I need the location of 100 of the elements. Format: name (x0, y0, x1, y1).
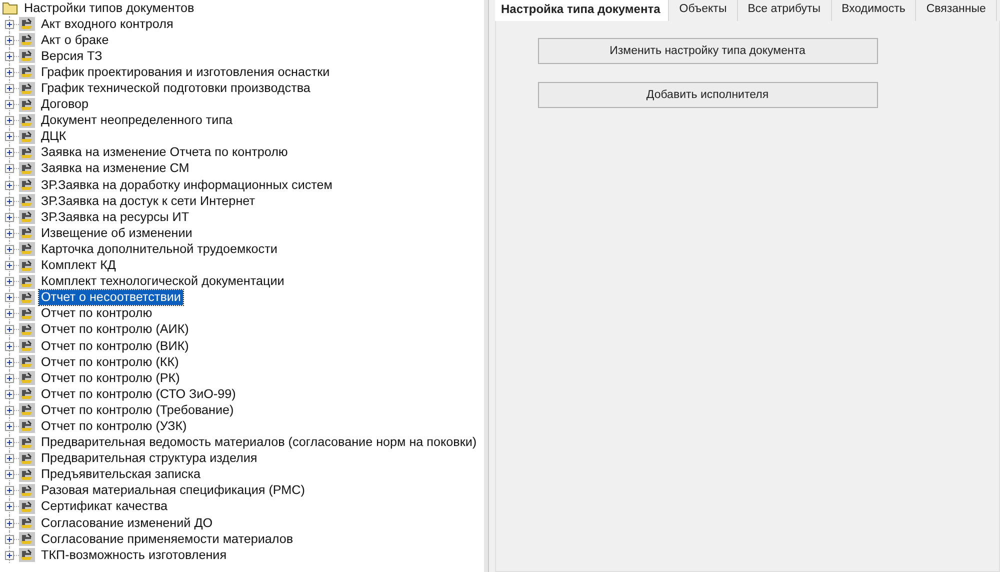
expand-icon[interactable] (5, 36, 14, 45)
action-button[interactable]: Изменить настройку типа документа (538, 38, 878, 64)
expand-icon[interactable] (5, 390, 14, 399)
tree-item[interactable]: Предварительная ведомость материалов (согласование норм на поковки) (39, 435, 479, 450)
document-type-icon (19, 355, 35, 370)
expand-icon[interactable] (5, 68, 14, 77)
expand-icon[interactable] (5, 164, 14, 174)
tree-item[interactable]: Согласование изменений ДО (39, 516, 215, 531)
tree-item[interactable]: Отчет по контролю (Требование) (39, 402, 236, 418)
expand-icon[interactable] (5, 196, 14, 206)
tree-item[interactable]: Отчет по контролю (РК) (39, 370, 182, 386)
action-button[interactable]: Добавить исполнителя (538, 82, 878, 108)
expand-icon[interactable] (5, 180, 14, 190)
document-type-icon (19, 274, 35, 289)
tree-item[interactable]: Отчет по контролю (УЗК) (39, 418, 189, 434)
tree-item[interactable]: Отчет по контролю (КК) (39, 354, 181, 370)
document-type-icon (19, 516, 35, 530)
document-type-icon (19, 290, 35, 305)
tree-item[interactable]: ТКП-возможность изготовления (39, 548, 229, 563)
expand-icon[interactable] (5, 228, 14, 238)
tree-item[interactable]: Отчет по контролю (ВИК) (39, 338, 191, 354)
tree-item[interactable]: Отчет по контролю (АИК) (39, 322, 191, 338)
tree-item[interactable]: График проектирования и изготовления оснастки (39, 64, 332, 80)
document-type-icon (19, 82, 35, 96)
tree-item[interactable]: График технической подготовки производства (39, 81, 312, 96)
expand-icon[interactable] (5, 325, 14, 334)
document-type-icon (19, 339, 35, 354)
expand-icon[interactable] (5, 518, 14, 528)
tree-item[interactable]: Отчет по контролю (39, 306, 154, 322)
expand-icon[interactable] (5, 454, 14, 464)
document-type-icon (19, 162, 35, 176)
tree-item[interactable]: Заявка на изменение Отчета по контролю (39, 145, 290, 160)
expand-icon[interactable] (5, 422, 14, 431)
tree-item[interactable]: Отчет о несоответствии (39, 290, 183, 306)
document-type-icon (19, 194, 35, 208)
expand-icon[interactable] (5, 212, 14, 222)
document-type-icon (19, 403, 35, 418)
document-type-icon (19, 65, 35, 80)
expand-icon[interactable] (5, 502, 14, 512)
expand-icon[interactable] (5, 100, 14, 110)
document-type-icon (19, 33, 35, 48)
tree-item[interactable]: Комплект технологической документации (39, 274, 286, 290)
tab[interactable]: Настройка типа документа (495, 0, 670, 21)
expand-icon[interactable] (5, 309, 14, 318)
tree-item[interactable]: Заявка на изменение СМ (39, 161, 192, 176)
expand-icon[interactable] (5, 244, 14, 254)
document-type-icon (19, 322, 35, 337)
tree-item[interactable]: Согласование применяемости материалов (39, 532, 296, 547)
expand-icon[interactable] (5, 374, 14, 383)
expand-icon[interactable] (5, 20, 14, 29)
tree-item[interactable]: Предъявительская записка (39, 467, 203, 482)
document-type-icon (19, 17, 35, 32)
document-type-icon (19, 548, 35, 562)
tree-item[interactable]: Настройки типов документов (22, 0, 196, 16)
tree-item[interactable]: Документ неопределенного типа (39, 113, 235, 128)
expand-icon[interactable] (5, 277, 14, 286)
tree-item[interactable]: Комплект КД (39, 258, 118, 274)
tree-item[interactable]: ДЦК (39, 129, 68, 144)
expand-icon[interactable] (5, 358, 14, 367)
expand-icon[interactable] (5, 293, 14, 302)
tree-item[interactable]: Акт входного контроля (39, 16, 176, 32)
tree-item[interactable]: ЗР.Заявка на доработку информационных систем (39, 178, 334, 193)
document-type-icon (19, 226, 35, 240)
tree-item[interactable]: Карточка дополнительной трудоемкости (39, 242, 280, 257)
document-type-icon (19, 130, 35, 144)
document-type-icon (19, 452, 35, 466)
tree-item[interactable]: Версия ТЗ (39, 48, 104, 64)
tree-item[interactable]: Разовая материальная спецификация (РМС) (39, 483, 307, 498)
expand-icon[interactable] (5, 261, 14, 270)
document-type-icon (19, 387, 35, 402)
tree-item[interactable]: ЗР.Заявка на достук к сети Интернет (39, 194, 258, 209)
document-type-icon (19, 436, 35, 450)
expand-icon[interactable] (5, 534, 14, 544)
tree-item[interactable]: Договор (39, 97, 91, 112)
document-type-icon (19, 468, 35, 482)
expand-icon[interactable] (5, 52, 14, 61)
document-type-icon (19, 178, 35, 192)
expand-icon[interactable] (5, 470, 14, 480)
document-type-icon (19, 210, 35, 224)
expand-icon[interactable] (5, 116, 14, 126)
tree-item[interactable]: Акт о браке (39, 32, 111, 48)
expand-icon[interactable] (5, 486, 14, 496)
tree-item[interactable]: Сертификат качества (39, 499, 170, 514)
expand-icon[interactable] (5, 148, 14, 158)
document-type-icon (19, 146, 35, 160)
document-type-icon (19, 114, 35, 128)
tree-item[interactable]: Предварительная структура изделия (39, 451, 260, 466)
expand-icon[interactable] (5, 406, 14, 415)
document-type-icon (19, 306, 35, 321)
tree-item[interactable]: ЗР.Заявка на ресурсы ИТ (39, 210, 192, 225)
tree-item[interactable]: Отчет по контролю (СТО ЗиО-99) (39, 386, 238, 402)
expand-icon[interactable] (5, 342, 14, 351)
expand-icon[interactable] (5, 550, 14, 560)
document-type-icon (19, 258, 35, 273)
expand-icon[interactable] (5, 84, 14, 94)
document-type-icon (19, 532, 35, 546)
expand-icon[interactable] (5, 132, 14, 142)
expand-icon[interactable] (5, 438, 14, 448)
tree-item[interactable]: Извещение об изменении (39, 226, 194, 241)
document-type-icon (19, 419, 35, 434)
